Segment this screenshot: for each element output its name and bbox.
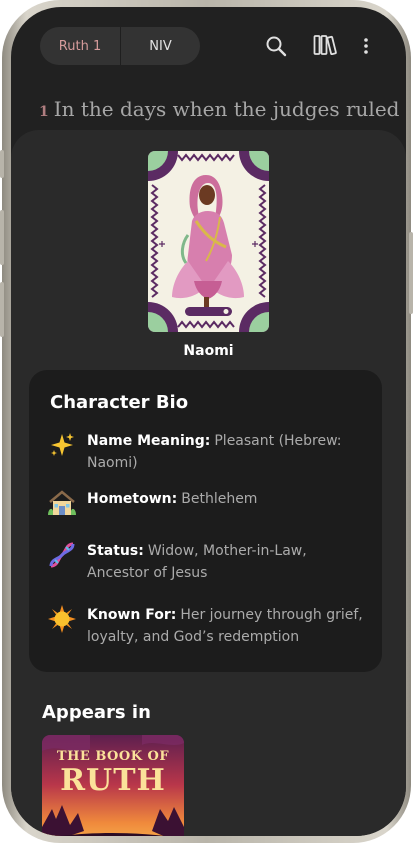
character-name: Naomi bbox=[183, 343, 234, 359]
character-sheet: Naomi Character Bio Name Meaning: Pleasan… bbox=[11, 130, 406, 836]
appears-in-title: Appears in bbox=[42, 702, 151, 723]
volume-up-button bbox=[0, 210, 4, 265]
library-icon[interactable] bbox=[313, 34, 339, 56]
bio-row-text: Status: Widow, Mother-in-Law, Ancestor of… bbox=[87, 540, 372, 584]
reference-button[interactable]: Ruth 1 bbox=[40, 27, 120, 65]
bio-row-text: Known For: Her journey through grief, loy… bbox=[87, 604, 372, 648]
top-bar: Ruth 1 NIV bbox=[11, 7, 406, 87]
search-icon[interactable] bbox=[265, 35, 287, 57]
bio-label: Name Meaning: bbox=[87, 433, 211, 449]
bio-label: Status: bbox=[87, 543, 144, 559]
verse-number: 1 bbox=[39, 104, 49, 120]
character-card[interactable] bbox=[148, 151, 269, 332]
more-vert-icon[interactable] bbox=[363, 37, 369, 55]
dna-icon bbox=[47, 540, 77, 570]
bio-label: Known For: bbox=[87, 607, 177, 623]
action-button bbox=[0, 150, 4, 178]
power-button bbox=[409, 232, 413, 314]
verse-text: In the days when the judges ruled, bbox=[53, 97, 399, 121]
sparkles-icon bbox=[47, 430, 77, 460]
book-title: RUTH bbox=[60, 763, 166, 798]
bio-value: Bethlehem bbox=[181, 491, 258, 507]
house-icon bbox=[47, 488, 77, 518]
verse-line: 1 In the days when the judges ruled, bbox=[39, 97, 399, 121]
version-button[interactable]: NIV bbox=[121, 27, 200, 65]
character-bio-panel: Character Bio Name Meaning: Pleasant (Heb… bbox=[29, 370, 382, 672]
book-of-ruth-card[interactable]: THE BOOK OF RUTH bbox=[42, 735, 184, 836]
volume-down-button bbox=[0, 282, 4, 337]
bio-row-text: Hometown: Bethlehem bbox=[87, 488, 372, 510]
book-subtitle: THE BOOK OF bbox=[56, 749, 170, 764]
phone-frame: Ruth 1 NIV 1 In the days when the judges … bbox=[0, 0, 413, 843]
sun-icon bbox=[47, 604, 77, 634]
bio-title: Character Bio bbox=[50, 392, 189, 413]
app-screen: Ruth 1 NIV 1 In the days when the judges … bbox=[11, 7, 406, 836]
passage-selector: Ruth 1 NIV bbox=[40, 27, 200, 65]
bio-row-text: Name Meaning: Pleasant (Hebrew: Naomi) bbox=[87, 430, 372, 474]
bio-label: Hometown: bbox=[87, 491, 178, 507]
naomi-illustration bbox=[148, 151, 269, 332]
